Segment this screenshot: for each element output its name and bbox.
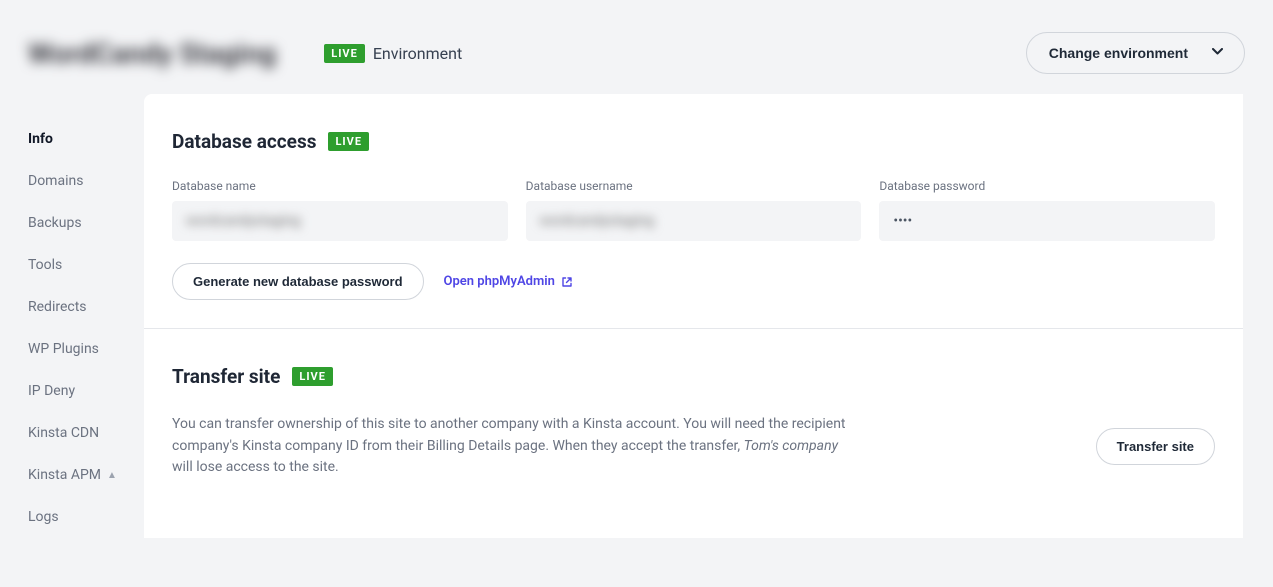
sidebar-item-backups[interactable]: Backups: [28, 202, 144, 244]
sidebar-item-label: Redirects: [28, 299, 87, 315]
environment-indicator: LIVE Environment: [324, 44, 462, 63]
rocket-icon: ▲: [107, 470, 117, 481]
section-title: Transfer site: [172, 365, 280, 388]
live-badge: LIVE: [324, 44, 365, 63]
database-fields-row: Database name wordcandystaging Database …: [172, 179, 1215, 241]
sidebar-item-label: Kinsta CDN: [28, 425, 99, 441]
sidebar-item-logs[interactable]: Logs: [28, 496, 144, 538]
sidebar-item-kinsta-apm[interactable]: Kinsta APM ▲: [28, 454, 144, 496]
link-label: Open phpMyAdmin: [444, 274, 555, 289]
field-label: Database username: [526, 179, 862, 193]
database-name-value[interactable]: wordcandystaging: [172, 201, 508, 241]
change-environment-button[interactable]: Change environment: [1026, 32, 1245, 74]
desc-text-2: will lose access to the site.: [172, 459, 339, 475]
sidebar-item-ip-deny[interactable]: IP Deny: [28, 370, 144, 412]
password-mask: ••••: [893, 213, 912, 229]
blurred-value: wordcandystaging: [186, 213, 301, 229]
sidebar-item-label: Kinsta APM: [28, 467, 101, 483]
header-left: WordCandy Staging LIVE Environment: [28, 37, 462, 70]
sidebar-item-tools[interactable]: Tools: [28, 244, 144, 286]
transfer-site-button[interactable]: Transfer site: [1096, 428, 1215, 465]
site-title: WordCandy Staging: [28, 37, 276, 70]
sidebar-item-label: WP Plugins: [28, 341, 99, 357]
company-name: Tom's company: [744, 438, 838, 454]
external-link-icon: [561, 276, 573, 288]
database-password-field: Database password ••••: [879, 179, 1215, 241]
section-header: Transfer site LIVE: [172, 365, 1215, 388]
sidebar-item-label: IP Deny: [28, 383, 75, 399]
sidebar-item-label: Info: [28, 131, 53, 147]
sidebar-item-domains[interactable]: Domains: [28, 160, 144, 202]
database-password-value[interactable]: ••••: [879, 201, 1215, 241]
transfer-site-section: Transfer site LIVE You can transfer owne…: [144, 329, 1243, 507]
generate-password-button[interactable]: Generate new database password: [172, 263, 424, 300]
section-title: Database access: [172, 130, 316, 153]
transfer-body: You can transfer ownership of this site …: [172, 414, 1215, 479]
field-label: Database name: [172, 179, 508, 193]
live-badge: LIVE: [292, 367, 333, 386]
database-name-field: Database name wordcandystaging: [172, 179, 508, 241]
transfer-description: You can transfer ownership of this site …: [172, 414, 852, 479]
database-actions: Generate new database password Open phpM…: [172, 263, 1215, 300]
field-label: Database password: [879, 179, 1215, 193]
blurred-value: wordcandystaging: [540, 213, 655, 229]
sidebar-item-info[interactable]: Info: [28, 118, 144, 160]
sidebar-item-kinsta-cdn[interactable]: Kinsta CDN: [28, 412, 144, 454]
sidebar-item-label: Domains: [28, 173, 83, 189]
open-phpmyadmin-link[interactable]: Open phpMyAdmin: [444, 274, 573, 289]
sidebar-item-label: Tools: [28, 257, 62, 273]
page-header: WordCandy Staging LIVE Environment Chang…: [0, 0, 1273, 94]
sidebar-item-redirects[interactable]: Redirects: [28, 286, 144, 328]
live-badge: LIVE: [328, 132, 369, 151]
sidebar-item-label: Logs: [28, 509, 59, 525]
section-header: Database access LIVE: [172, 130, 1215, 153]
environment-label: Environment: [373, 44, 462, 63]
main-content: Database access LIVE Database name wordc…: [144, 94, 1243, 538]
chevron-down-icon: [1212, 48, 1222, 58]
change-environment-label: Change environment: [1049, 45, 1188, 61]
database-username-field: Database username wordcandystaging: [526, 179, 862, 241]
database-access-section: Database access LIVE Database name wordc…: [144, 94, 1243, 329]
sidebar-item-wp-plugins[interactable]: WP Plugins: [28, 328, 144, 370]
database-username-value[interactable]: wordcandystaging: [526, 201, 862, 241]
layout: Info Domains Backups Tools Redirects WP …: [0, 94, 1273, 538]
sidebar-item-label: Backups: [28, 215, 82, 231]
sidebar: Info Domains Backups Tools Redirects WP …: [0, 94, 144, 538]
